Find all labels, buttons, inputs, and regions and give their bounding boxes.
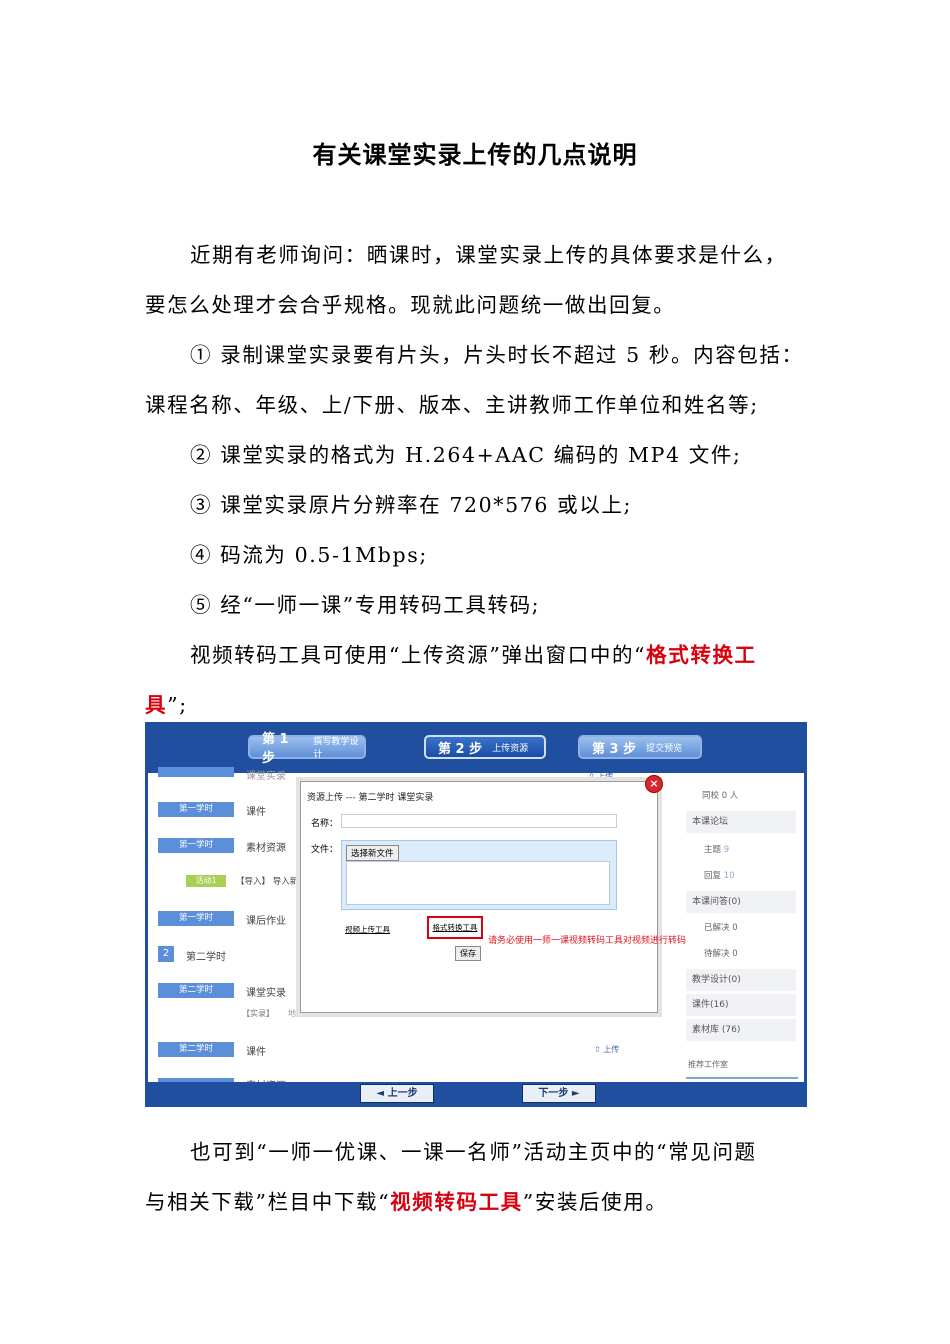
- section-title: 第二学时: [186, 952, 226, 963]
- activity-tag: 活动1: [186, 875, 226, 887]
- paragraph-intro-line2: 要怎么处理才会合乎规格。现就此问题统一做出回复。: [145, 293, 676, 317]
- close-icon[interactable]: ×: [645, 775, 663, 793]
- unsolved-count: 待解决 0: [704, 949, 738, 959]
- requirement-3: ③ 课堂实录原片分辨率在 720*576 或以上;: [190, 493, 632, 517]
- format-convert-tool-link[interactable]: 格式转换工具: [427, 916, 483, 939]
- paragraph-intro-line1: 近期有老师询问：晒课时，课堂实录上传的具体要求是什么，: [190, 243, 787, 267]
- solved-count: 已解决 0: [704, 923, 738, 933]
- step-2-tab[interactable]: 第 2 步 上传资源: [424, 735, 546, 759]
- resource-content: 课堂实录 ⇧ 上传 第一学时 课件 第一学时 素材资源 活动1 【导入】 导入新…: [148, 767, 804, 1092]
- name-label: 名称：: [311, 819, 339, 829]
- tool-note-line2: 具”;: [145, 688, 188, 718]
- tool-note-highlight: 格式转换工: [646, 643, 757, 667]
- lesson-tag: 第一学时: [158, 911, 234, 926]
- upload-dialog: 资源上传 --- 第二学时 课堂实录 名称： 文件： 选择新文件 视频上传工具 …: [300, 781, 658, 1013]
- video-upload-tool-link[interactable]: 视频上传工具: [345, 924, 390, 935]
- requirement-5: ⑤ 经“一师一课”专用转码工具转码;: [190, 593, 541, 617]
- name-input[interactable]: [341, 814, 617, 828]
- requirement-1-line1: ① 录制课堂实录要有片头，片头时长不超过 5 秒。内容包括：: [190, 343, 804, 367]
- tool-note-close: ”;: [167, 693, 188, 717]
- activity-text[interactable]: 【导入】 导入新: [236, 875, 298, 887]
- file-list: [346, 861, 610, 905]
- studio-heading: 推荐工作室: [688, 1060, 728, 1069]
- design-item[interactable]: 教学设计(0): [686, 969, 796, 991]
- save-button[interactable]: 保存: [455, 946, 481, 961]
- topic-count: 主题 9: [704, 845, 730, 855]
- next-step-button[interactable]: 下一步 ►: [522, 1084, 596, 1103]
- page-title: 有关课堂实录上传的几点说明: [312, 140, 638, 169]
- studio-divider: [686, 1077, 798, 1079]
- nav-bar: ◄ 上一步 下一步 ►: [148, 1082, 804, 1104]
- requirement-4: ④ 码流为 0.5-1Mbps;: [190, 543, 428, 567]
- lesson-item[interactable]: 素材资源: [246, 839, 286, 854]
- dialog-title: 资源上传 --- 第二学时 课堂实录: [307, 793, 434, 803]
- steps-bar: 第 1 步 撰写教学设计 第 2 步 上传资源 第 3 步 提交预览: [148, 725, 804, 773]
- reply-count: 回复 10: [704, 871, 735, 881]
- right-sidebar: 同校 0 人 本课论坛 主题 9 回复 10 本课问答(0) 已解决 0 待解决…: [686, 781, 798, 1081]
- requirement-1-line2: 课程名称、年级、上/下册、版本、主讲教师工作单位和姓名等;: [145, 393, 759, 417]
- download-note-highlight: 视频转码工具: [390, 1190, 523, 1214]
- lesson-item[interactable]: 课堂实录: [246, 984, 286, 999]
- material-item[interactable]: 素材库 (76): [686, 1019, 796, 1041]
- record-tag: 【实录】: [242, 1009, 274, 1018]
- file-label: 文件：: [311, 845, 339, 855]
- partial-tag: [158, 767, 234, 777]
- choose-file-button[interactable]: 选择新文件: [346, 845, 399, 861]
- forum-item[interactable]: 本课论坛: [686, 811, 796, 833]
- qa-item[interactable]: 本课问答(0): [686, 891, 796, 913]
- prev-step-button[interactable]: ◄ 上一步: [360, 1084, 434, 1103]
- tool-note-highlight-end: 具: [145, 693, 168, 717]
- tool-note-line1: 视频转码工具可使用“上传资源”弹出窗口中的“格式转换工: [190, 638, 757, 668]
- partial-item: 课堂实录: [246, 771, 286, 782]
- lesson-item[interactable]: 课件: [246, 803, 266, 818]
- download-note-text: 与相关下载”栏目中下载“: [145, 1190, 391, 1214]
- download-note-line1: 也可到“一师一优课、一课一名师”活动主页中的“常见问题: [190, 1140, 757, 1164]
- same-school-count: 同校 0 人: [702, 791, 739, 801]
- step-2-label: 上传资源: [492, 743, 529, 754]
- lesson-tag: 第二学时: [158, 983, 234, 998]
- file-drop-area[interactable]: 选择新文件: [341, 840, 617, 910]
- section-number: 2: [158, 946, 174, 962]
- courseware-item[interactable]: 课件(16): [686, 994, 796, 1016]
- step-3-label: 提交预览: [646, 743, 683, 754]
- lesson-item[interactable]: 课件: [246, 1043, 266, 1058]
- step-3-number: 第 3 步: [592, 741, 637, 757]
- upload-link[interactable]: ⇧ 上传: [594, 1044, 619, 1055]
- step-1-number: 第 1 步: [262, 732, 289, 766]
- lesson-item[interactable]: 课后作业: [246, 912, 286, 927]
- step-3-tab[interactable]: 第 3 步 提交预览: [578, 735, 702, 759]
- upload-screenshot: 第 1 步 撰写教学设计 第 2 步 上传资源 第 3 步 提交预览 课堂实录 …: [145, 722, 807, 1107]
- step-2-number: 第 2 步: [438, 741, 483, 757]
- requirement-2: ② 课堂实录的格式为 H.264+AAC 编码的 MP4 文件;: [190, 443, 742, 467]
- transcode-hint: 请务必使用一师一课视频转码工具对视频进行转码: [488, 936, 687, 946]
- lesson-tag: 第一学时: [158, 802, 234, 817]
- lesson-tag: 第一学时: [158, 838, 234, 853]
- tool-note-text: 视频转码工具可使用“上传资源”弹出窗口中的“: [190, 643, 647, 667]
- step-1-label: 撰写教学设计: [313, 737, 359, 760]
- download-note-line2: 与相关下载”栏目中下载“视频转码工具”安装后使用。: [145, 1185, 667, 1215]
- step-1-tab[interactable]: 第 1 步 撰写教学设计: [248, 732, 366, 766]
- lesson-tag: 第二学时: [158, 1042, 234, 1057]
- download-note-end: ”安装后使用。: [522, 1190, 668, 1214]
